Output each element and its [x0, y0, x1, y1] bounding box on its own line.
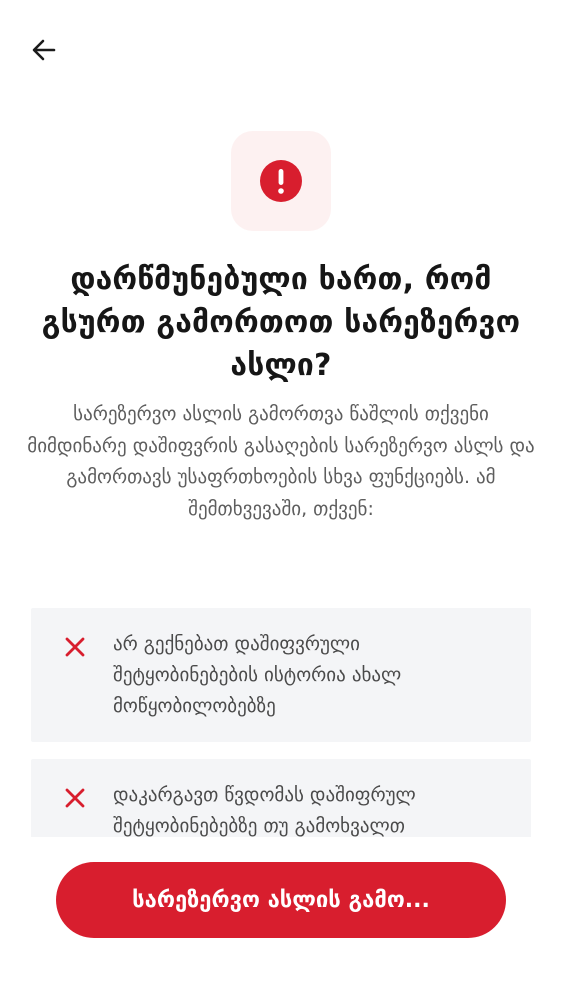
list-item-text: დაკარგავთ წვდომას დაშიფრულ შეტყობინებებზ…: [113, 784, 416, 837]
exclamation-circle-icon: [260, 160, 302, 202]
close-icon: [65, 637, 85, 657]
arrow-left-icon: [32, 39, 56, 61]
turn-off-backup-button[interactable]: სარეზერვო ასლის გამო...: [56, 862, 506, 938]
consequence-list[interactable]: არ გექნებათ დაშიფვრული შეტყობინებების ის…: [31, 608, 531, 837]
warning-hero: [231, 131, 331, 231]
page-description: სარეზერვო ასლის გამორთვა წაშლის თქვენი მ…: [27, 403, 535, 520]
page-title: დარწმუნებული ხართ, რომ გსურთ გამორთოთ სა…: [41, 262, 521, 383]
list-item-text: არ გექნებათ დაშიფვრული შეტყობინებების ის…: [113, 633, 402, 717]
close-icon: [65, 788, 85, 808]
list-item: დაკარგავთ წვდომას დაშიფრულ შეტყობინებებზ…: [31, 759, 531, 837]
list-item: არ გექნებათ დაშიფვრული შეტყობინებების ის…: [31, 608, 531, 742]
back-button[interactable]: [22, 30, 66, 70]
